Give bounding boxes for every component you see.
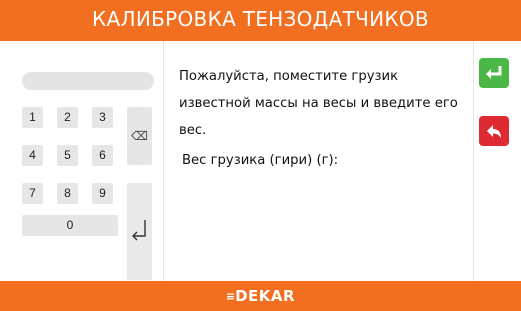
logo-mark-icon: ≡ xyxy=(225,290,235,303)
keypad-display xyxy=(22,72,154,90)
backspace-icon: ⌫ xyxy=(131,129,148,143)
keypad-enter-button[interactable] xyxy=(127,183,152,280)
right-divider xyxy=(473,41,474,281)
key-4[interactable]: 4 xyxy=(22,145,43,166)
backspace-button[interactable]: ⌫ xyxy=(127,107,152,165)
brand-logo: ≡DEKAR xyxy=(0,287,521,305)
footer-bar: ≡DEKAR xyxy=(0,281,521,311)
key-9[interactable]: 9 xyxy=(92,183,113,204)
key-7[interactable]: 7 xyxy=(22,183,43,204)
key-6[interactable]: 6 xyxy=(92,145,113,166)
confirm-button[interactable] xyxy=(479,58,509,88)
enter-arrow-icon xyxy=(132,220,146,241)
logo-text: DEKAR xyxy=(235,287,296,305)
header-bar: КАЛИБРОВКА ТЕНЗОДАТЧИКОВ xyxy=(0,0,521,41)
back-button[interactable] xyxy=(479,116,509,146)
key-2[interactable]: 2 xyxy=(57,107,78,128)
key-0[interactable]: 0 xyxy=(22,215,118,236)
key-5[interactable]: 5 xyxy=(57,145,78,166)
key-1[interactable]: 1 xyxy=(22,107,43,128)
page-title: КАЛИБРОВКА ТЕНЗОДАТЧИКОВ xyxy=(92,7,429,31)
key-3[interactable]: 3 xyxy=(92,107,113,128)
instruction-message: Пожалуйста, поместите грузик известной м… xyxy=(179,69,458,138)
left-divider xyxy=(163,41,164,281)
undo-arrow-icon xyxy=(487,125,501,138)
key-8[interactable]: 8 xyxy=(57,183,78,204)
enter-arrow-icon xyxy=(486,66,502,79)
weight-label: Вес грузика (гири) (г): xyxy=(182,153,339,168)
